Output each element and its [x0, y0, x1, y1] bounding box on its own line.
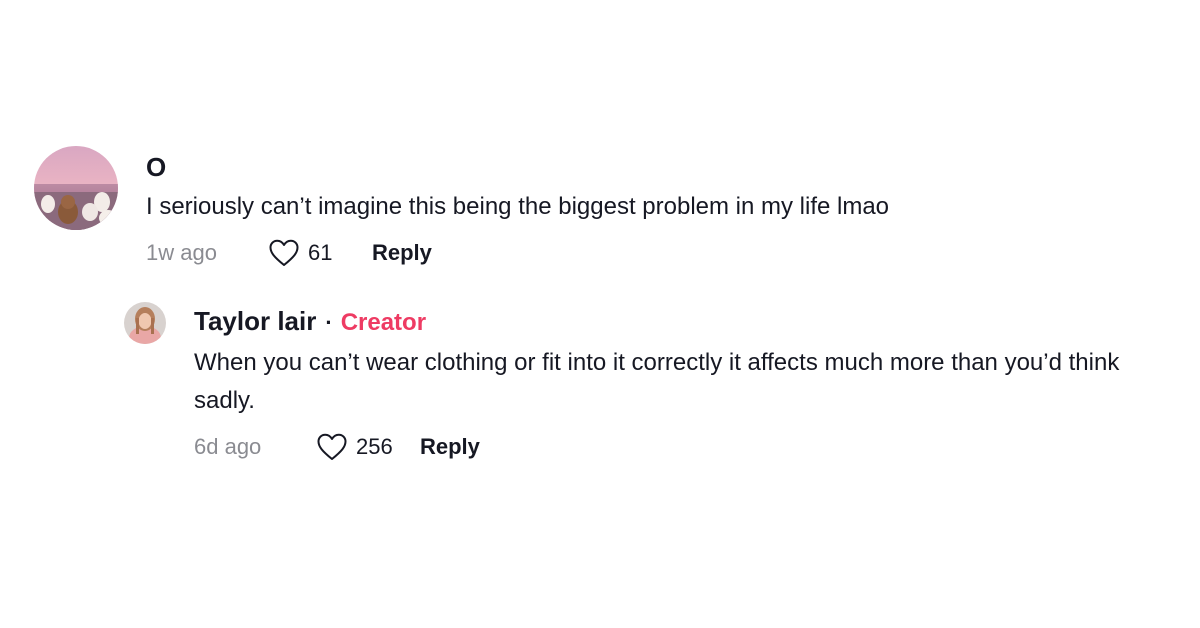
- reply-button[interactable]: Reply: [420, 434, 480, 460]
- avatar[interactable]: [34, 146, 118, 230]
- comment-meta: 1w ago 61 Reply: [146, 236, 889, 270]
- avatar[interactable]: [124, 302, 166, 344]
- timestamp: 1w ago: [146, 240, 217, 265]
- like-count: 61: [308, 240, 333, 265]
- timestamp: 6d ago: [194, 434, 262, 459]
- comment-text: I seriously can’t imagine this being the…: [146, 193, 890, 220]
- separator-dot: ·: [325, 310, 333, 335]
- comment-thread: O I seriously can’t imagine this being t…: [0, 0, 1200, 628]
- avatar-image: [34, 146, 118, 230]
- comment: O I seriously can’t imagine this being t…: [34, 146, 889, 270]
- like-button[interactable]: 256: [316, 432, 420, 462]
- heart-icon[interactable]: [316, 432, 348, 462]
- avatar-image: [124, 302, 166, 344]
- username[interactable]: O: [146, 152, 166, 182]
- comment-text: When you can’t wear clothing or fit into…: [194, 349, 1120, 414]
- like-count: 256: [356, 434, 393, 459]
- reply-button[interactable]: Reply: [372, 240, 432, 266]
- heart-icon[interactable]: [268, 238, 300, 268]
- like-button[interactable]: 61: [268, 238, 372, 268]
- reply-comment: Taylor lair · Creator When you can’t wea…: [124, 302, 1134, 464]
- comment-meta: 6d ago 256 Reply: [194, 430, 1134, 464]
- creator-badge: Creator: [340, 309, 427, 336]
- username[interactable]: Taylor lair: [194, 306, 316, 336]
